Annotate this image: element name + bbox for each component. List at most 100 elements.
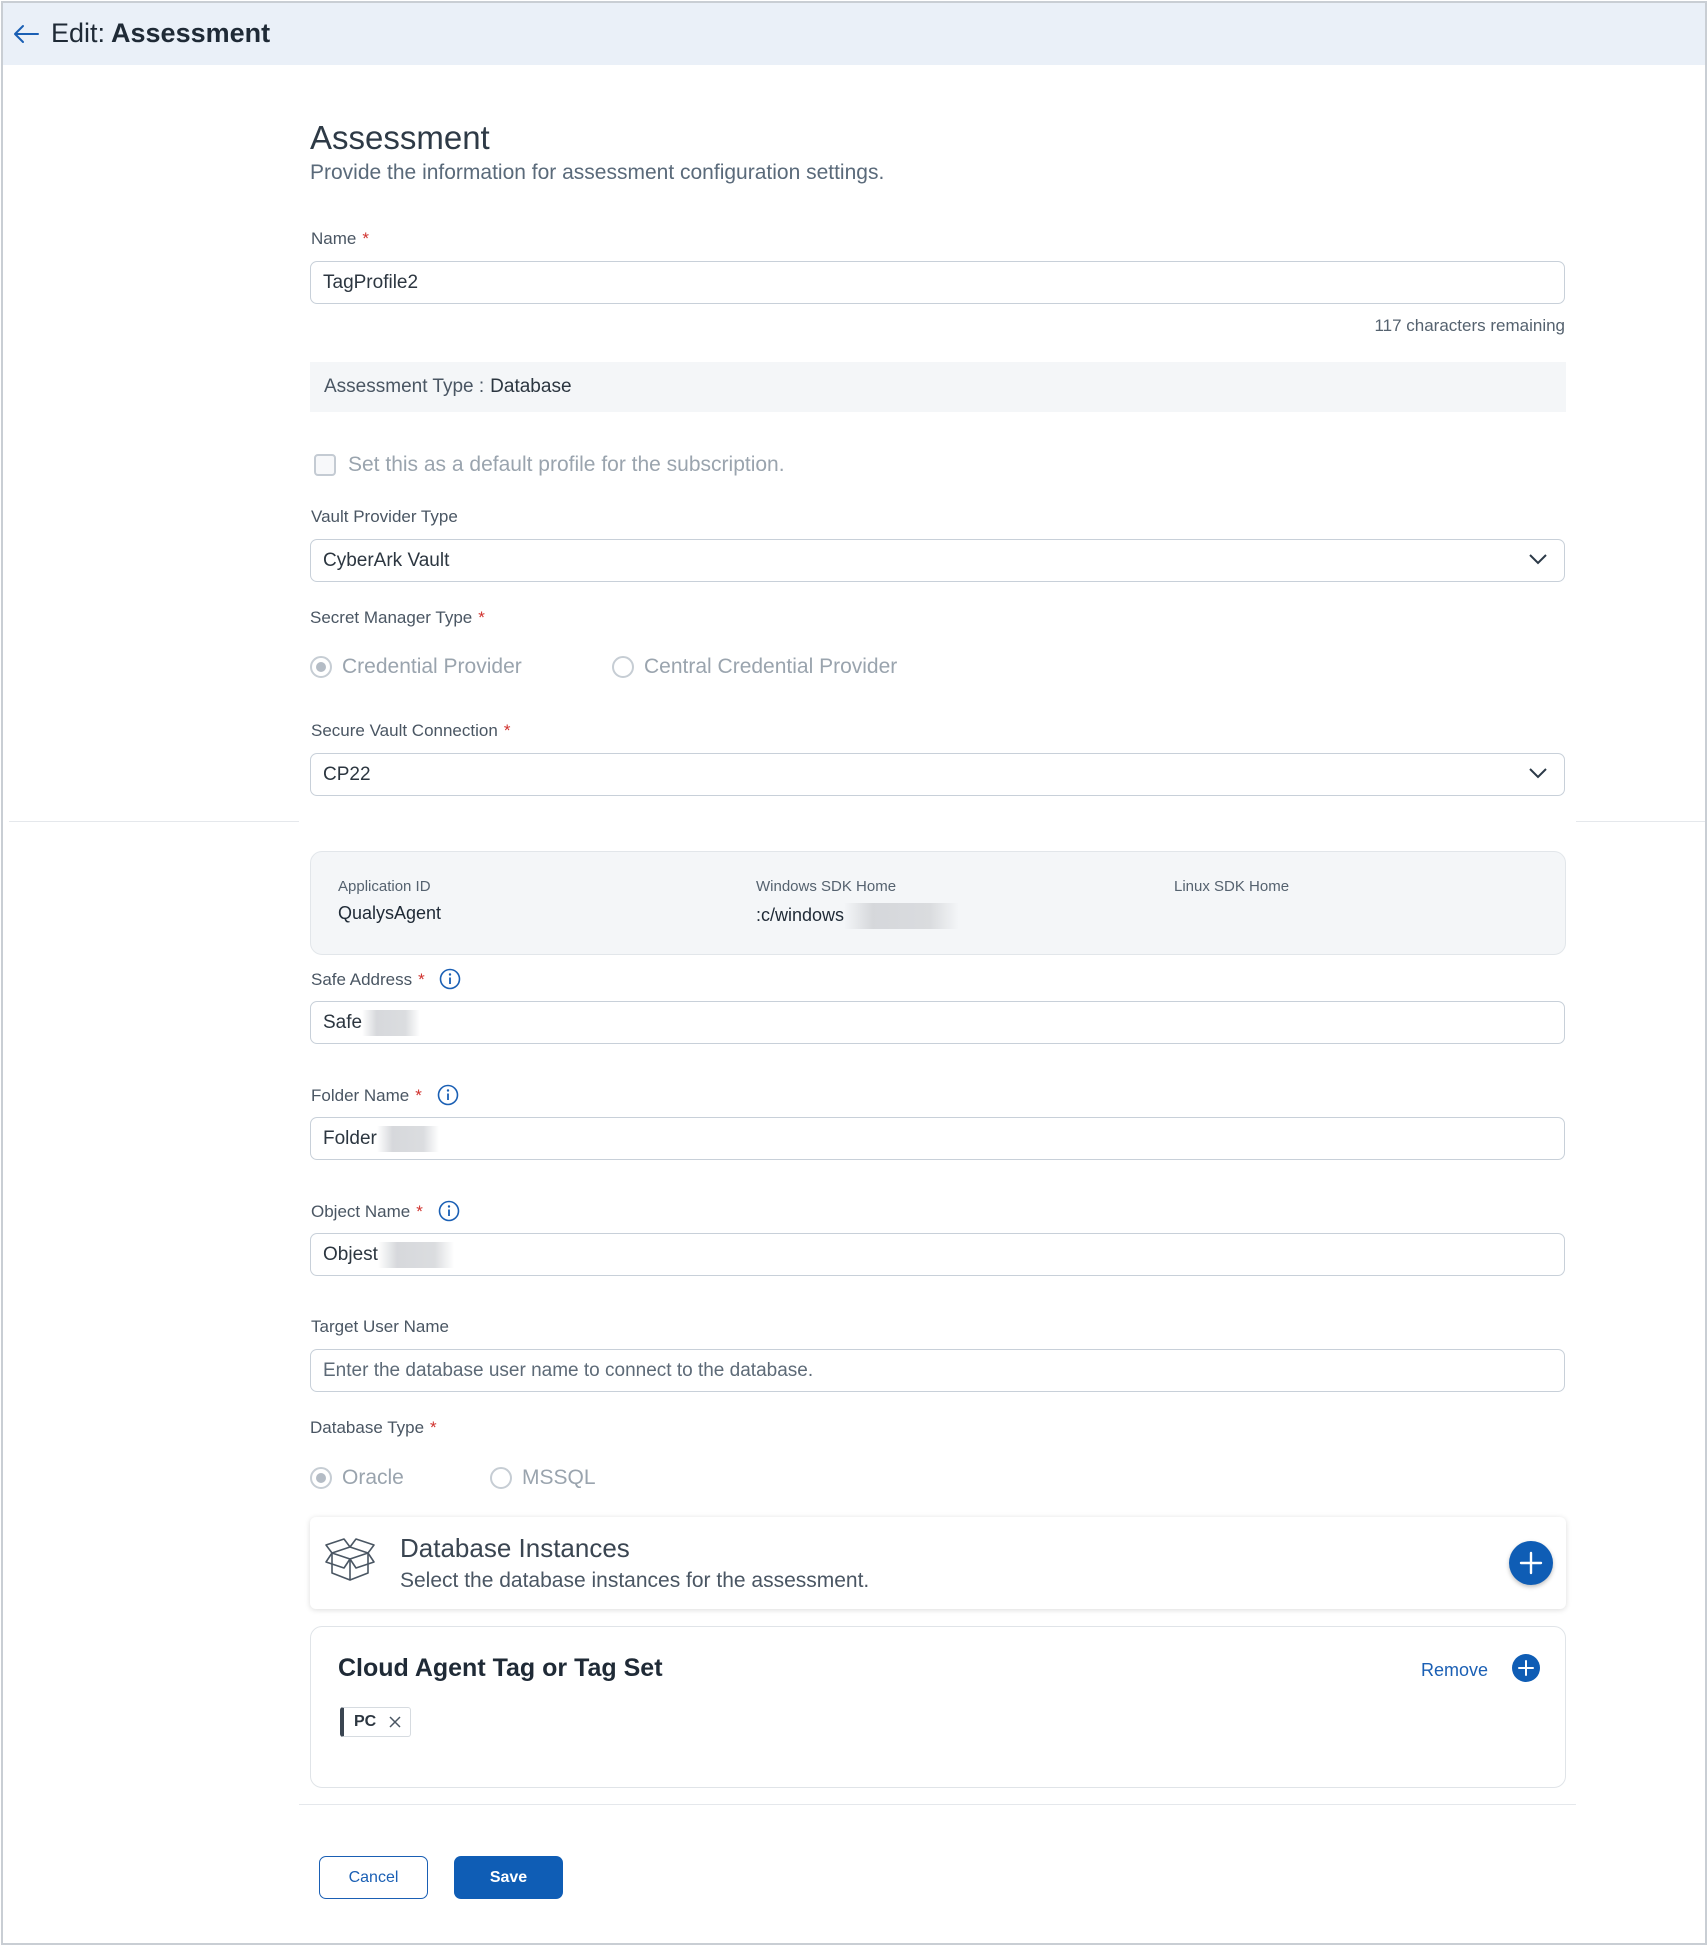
target-user-input[interactable]: Enter the database user name to connect … [310,1349,1565,1392]
safe-address-label: Safe Address * [311,968,461,990]
windows-sdk-value-row: :c/windows [756,903,960,929]
name-label: Name * [311,229,369,249]
target-user-placeholder: Enter the database user name to connect … [323,1359,814,1381]
app-frame: Edit: Assessment Assessment Provide the i… [1,1,1707,1945]
object-name-input[interactable]: Objest [310,1233,1565,1276]
name-input[interactable]: TagProfile2 [310,261,1565,304]
characters-remaining: 117 characters remaining [1374,316,1565,335]
redacted-region [377,1241,454,1268]
divider [299,1804,1576,1805]
radio-label: Central Credential Provider [644,655,898,678]
linux-sdk-label: Linux SDK Home [1174,878,1290,895]
secure-vault-value: CP22 [323,763,371,785]
application-id-label: Application ID [338,878,431,895]
redacted-region [376,1125,439,1152]
assessment-type-box: Assessment Type : Database [310,362,1566,412]
secure-vault-label: Secure Vault Connection * [311,721,510,741]
required-marker: * [430,1418,437,1437]
plus-icon [1518,1660,1534,1676]
default-profile-row: Set this as a default profile for the su… [314,453,785,477]
divider [1576,821,1705,822]
radio-label: Credential Provider [342,655,522,678]
vault-provider-select[interactable]: CyberArk Vault [310,539,1565,582]
safe-address-value: Safe [323,1011,363,1033]
folder-name-label-text: Folder Name [311,1086,410,1105]
secure-vault-label-text: Secure Vault Connection [311,721,498,740]
vault-provider-value: CyberArk Vault [323,549,450,571]
vault-connection-details: Application ID QualysAgent Windows SDK H… [310,851,1566,955]
redacted-region [362,1009,421,1036]
plus-icon [1519,1551,1543,1575]
secret-manager-option-central-credential-provider[interactable]: Central Credential Provider [612,655,897,679]
radio-button[interactable] [490,1467,512,1489]
back-arrow-icon[interactable] [11,21,41,47]
database-type-label: Database Type * [310,1418,437,1438]
cancel-button[interactable]: Cancel [319,1856,428,1899]
radio-button[interactable] [612,656,634,678]
chevron-down-icon [1529,554,1547,565]
default-profile-label: Set this as a default profile for the su… [348,453,785,476]
windows-sdk-block: Windows SDK Home :c/windows [756,878,960,929]
database-instances-card: Database Instances Select the database i… [310,1517,1566,1609]
folder-name-label: Folder Name * [311,1084,459,1106]
radio-label: Oracle [342,1466,404,1489]
secure-vault-select[interactable]: CP22 [310,753,1565,796]
radio-button-selected[interactable] [310,1467,332,1489]
name-label-text: Name [311,229,357,248]
assessment-type-value: Database [490,376,572,397]
section-title: Assessment [310,119,490,156]
application-id-value: QualysAgent [338,903,442,923]
object-name-label-text: Object Name [311,1202,411,1221]
save-button[interactable]: Save [454,1856,563,1899]
required-marker: * [478,608,485,627]
secret-manager-label-text: Secret Manager Type [310,608,473,627]
top-bar: Edit: Assessment [3,3,1705,65]
radio-button-selected[interactable] [310,656,332,678]
required-marker: * [415,1086,422,1105]
secret-manager-option-credential-provider[interactable]: Credential Provider [310,655,522,679]
info-icon[interactable] [439,968,461,990]
info-icon[interactable] [438,1200,460,1222]
required-marker: * [418,970,425,989]
database-instances-title: Database Instances [400,1533,630,1563]
safe-address-input[interactable]: Safe [310,1001,1565,1044]
divider [9,821,299,822]
remove-tag-link[interactable]: Remove [1421,1660,1488,1681]
page-header-title: Edit: Assessment [51,18,270,49]
required-marker: * [362,229,369,248]
header-title: Assessment [111,18,271,48]
add-tag-button[interactable] [1512,1654,1540,1682]
cloud-agent-tag-title: Cloud Agent Tag or Tag Set [338,1654,663,1682]
info-icon[interactable] [437,1084,459,1106]
folder-name-value: Folder [323,1127,377,1149]
folder-name-input[interactable]: Folder [310,1117,1565,1160]
windows-sdk-value: :c/windows [756,904,845,925]
required-marker: * [503,721,511,740]
required-marker: * [416,1202,423,1221]
database-instances-subtitle: Select the database instances for the as… [400,1569,870,1592]
object-name-label: Object Name * [311,1200,460,1222]
open-box-icon [325,1538,375,1581]
application-id-block: Application ID QualysAgent [338,878,441,924]
name-input-value: TagProfile2 [323,271,419,293]
cloud-agent-tag-card: Cloud Agent Tag or Tag Set Remove PC [310,1626,1566,1788]
windows-sdk-label: Windows SDK Home [756,878,897,895]
database-type-label-text: Database Type [310,1418,425,1437]
chevron-down-icon [1529,768,1547,779]
radio-label: MSSQL [522,1466,596,1489]
target-user-label: Target User Name [311,1317,449,1336]
safe-address-label-text: Safe Address [311,970,413,989]
database-type-option-oracle[interactable]: Oracle [310,1466,404,1490]
edit-label: Edit: [51,18,106,48]
default-profile-checkbox[interactable] [314,454,336,476]
database-type-option-mssql[interactable]: MSSQL [490,1466,596,1490]
vault-provider-label: Vault Provider Type [311,507,458,526]
section-subtitle: Provide the information for assessment c… [310,161,885,184]
tag-chip-label: PC [354,1713,377,1730]
tag-chip: PC [340,1707,412,1737]
close-icon[interactable] [388,1715,402,1729]
object-name-value: Objest [323,1243,378,1265]
linux-sdk-block: Linux SDK Home [1174,878,1289,903]
secret-manager-label: Secret Manager Type * [310,608,485,628]
add-database-instance-button[interactable] [1509,1541,1553,1585]
